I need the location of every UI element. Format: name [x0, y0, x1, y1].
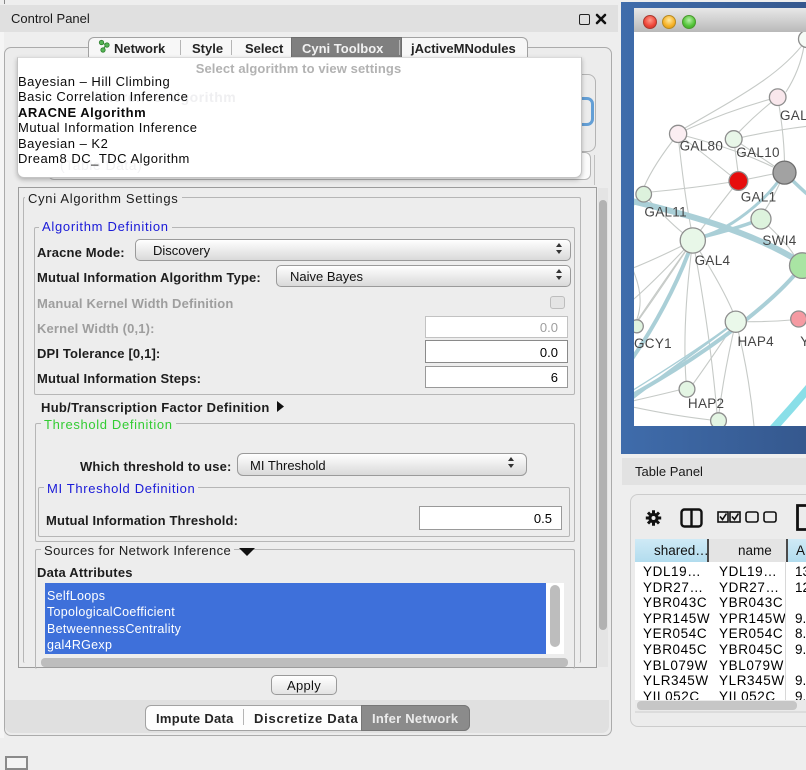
svg-text:HAP2: HAP2	[688, 396, 724, 411]
svg-text:GAL10: GAL10	[736, 145, 780, 160]
svg-text:GAL80: GAL80	[680, 139, 724, 154]
svg-text:Y: Y	[800, 334, 806, 349]
svg-text:SWI4: SWI4	[762, 233, 796, 248]
svg-text:GAL1: GAL1	[741, 190, 777, 205]
svg-text:GCY1: GCY1	[634, 336, 672, 351]
svg-text:GAL2: GAL2	[780, 108, 806, 123]
svg-text:GAL11: GAL11	[644, 205, 687, 220]
svg-text:GAL4: GAL4	[695, 253, 731, 268]
svg-text:HAP4: HAP4	[738, 334, 775, 349]
